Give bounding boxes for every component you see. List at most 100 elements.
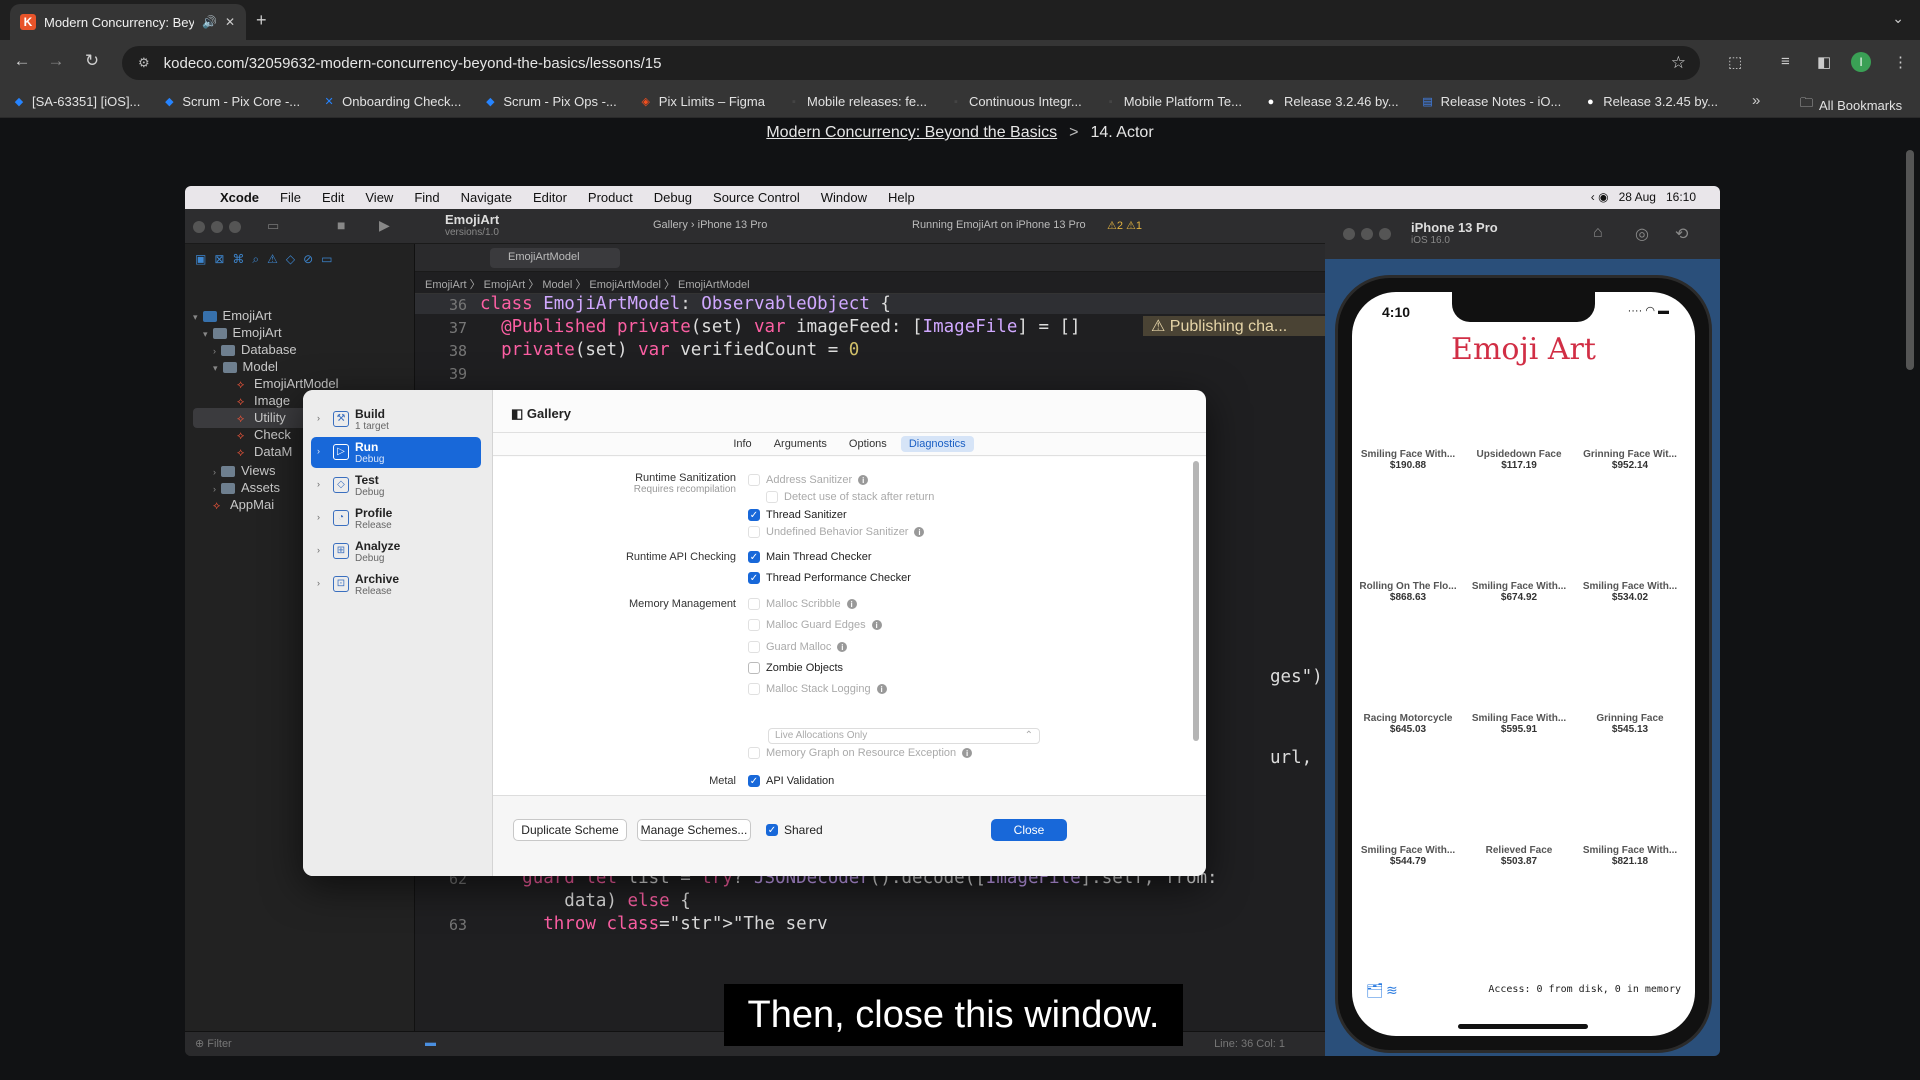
navigator-item[interactable]: ⟡ AppMai [213,497,274,512]
emoji-grid-item[interactable]: Smiling Face With... $544.79 [1353,845,1463,867]
menu-navigate[interactable]: Navigate [461,190,512,205]
menu-window[interactable]: Window [821,190,867,205]
run-icon[interactable]: ▶ [379,217,390,234]
detect-stack-option[interactable]: Detect use of stack after return [766,491,934,503]
navigator-item[interactable]: ▾ EmojiArt [203,325,282,340]
tab-arguments[interactable]: Arguments [766,436,835,452]
new-tab-button[interactable]: + [256,10,267,31]
close-window-light[interactable] [1343,228,1355,240]
disclosure-icon[interactable]: › [213,467,216,477]
navigator-item[interactable]: ⟡ Image [237,393,290,408]
navigator-item[interactable]: ▾ Model [213,359,278,374]
scheme-action-build[interactable]: › ⚒ Build 1 target [311,404,481,435]
media-controls-icon[interactable]: ≡ [1781,53,1790,70]
course-link[interactable]: Modern Concurrency: Beyond the Basics [766,124,1057,141]
thread-performance-checker-option[interactable]: ✓ Thread Performance Checker [748,572,911,584]
issue-counts[interactable]: ⚠2 ⚠1 [1107,219,1142,232]
address-bar[interactable]: ⚙ kodeco.com/32059632-modern-concurrency… [122,46,1700,80]
bookmark-item[interactable]: ▪ Mobile Platform Te... [1104,94,1242,109]
bookmark-item[interactable]: ▪ Continuous Integr... [949,94,1082,109]
speaker-icon[interactable]: 🔊 [202,15,217,29]
bookmark-item[interactable]: ✕ Onboarding Check... [322,94,462,109]
allocations-popup[interactable]: Live Allocations Only ⌃ [768,728,1040,744]
navigator-item[interactable]: › Views [213,463,275,478]
close-window-light[interactable] [193,221,205,233]
bookmark-item[interactable]: ◆ Scrum - Pix Core -... [162,94,300,109]
menu-source-control[interactable]: Source Control [713,190,800,205]
disclosure-icon[interactable]: › [213,484,216,494]
checkbox[interactable] [748,474,760,486]
scheme-selector[interactable]: Gallery › iPhone 13 Pro [653,219,767,231]
emoji-grid-item[interactable]: Smiling Face With... $674.92 [1464,581,1574,603]
disclosure-icon[interactable]: ▾ [203,329,208,339]
navigator-item[interactable]: ⟡ EmojiArtModel [237,376,339,391]
bookmark-star-icon[interactable]: ☆ [1671,53,1686,73]
page-scrollbar[interactable] [1906,150,1914,370]
api-validation-option[interactable]: ✓ API Validation [748,775,834,787]
editor-file-tab[interactable]: EmojiArtModel [490,248,620,268]
checkbox-checked[interactable]: ✓ [748,509,760,521]
video-player[interactable]: Xcode File Edit View Find Navigate Editor Produ… [185,186,1720,1056]
malloc-stack-logging-option[interactable]: Malloc Stack Logging i [748,683,887,695]
emoji-grid-item[interactable]: Smiling Face With... $534.02 [1575,581,1685,603]
disclosure-icon[interactable]: ▾ [193,312,198,322]
tab-info[interactable]: Info [725,436,759,452]
checkbox-checked[interactable]: ✓ [748,551,760,563]
stop-icon[interactable]: ■ [337,217,345,233]
tab-options[interactable]: Options [841,436,895,452]
navigator-item[interactable]: ▾ EmojiArt [193,308,272,323]
disclosure-icon[interactable]: › [317,479,320,489]
disclosure-icon[interactable]: › [317,578,320,588]
menu-edit[interactable]: Edit [322,190,344,205]
extensions-icon[interactable]: ⬚ [1728,53,1742,71]
disclosure-icon[interactable]: › [317,512,320,522]
back-button[interactable]: ← [10,51,34,71]
address-sanitizer-option[interactable]: Address Sanitizer i [748,474,869,486]
disclosure-icon[interactable]: › [213,346,216,356]
side-panel-icon[interactable]: ◧ [1817,53,1831,71]
navigator-tabs-icon[interactable]: ▣⊠⌘⌕⚠◇⊘▭ [195,252,341,267]
emoji-grid-item[interactable]: Grinning Face $545.13 [1575,713,1685,735]
info-icon[interactable]: i [876,684,887,694]
checkbox[interactable] [766,491,778,503]
info-icon[interactable]: i [914,527,925,537]
navigator-item[interactable]: ⟡ Check [237,427,291,442]
emoji-grid-item[interactable]: Racing Motorcycle $645.03 [1353,713,1463,735]
minimize-window-light[interactable] [211,221,223,233]
memory-graph-option[interactable]: Memory Graph on Resource Exception i [748,747,973,759]
jump-bar[interactable]: EmojiArt 〉 EmojiArt 〉 Model 〉 EmojiArtMo… [415,272,1325,294]
bookmark-item[interactable]: ◆ [SA-63351] [iOS]... [12,94,141,109]
debug-toggle-icon[interactable]: ▬ [425,1037,436,1049]
malloc-guard-edges-option[interactable]: Malloc Guard Edges i [748,619,882,631]
bookmark-item[interactable]: ◆ Scrum - Pix Ops -... [483,94,617,109]
bookmark-item[interactable]: ◈ Pix Limits – Figma [639,94,765,109]
navigator-item[interactable]: › Database [213,342,297,357]
zombie-objects-option[interactable]: Zombie Objects [748,662,843,674]
scheme-action-archive[interactable]: › ⊡ Archive Release [311,569,481,600]
navigator-item[interactable]: › Assets [213,480,280,495]
scheme-action-run[interactable]: › ▷ Run Debug [311,437,481,468]
emoji-grid-item[interactable]: Smiling Face With... $190.88 [1353,449,1463,471]
zoom-window-light[interactable] [229,221,241,233]
close-button[interactable]: Close [991,819,1067,841]
menu-debug[interactable]: Debug [654,190,692,205]
ub-sanitizer-option[interactable]: Undefined Behavior Sanitizer i [748,526,925,538]
checkbox-checked[interactable]: ✓ [748,775,760,787]
navigator-toggle-icon[interactable]: ▭ [267,218,279,234]
scheme-action-test[interactable]: › ◇ Test Debug [311,470,481,501]
menu-help[interactable]: Help [888,190,915,205]
tab-diagnostics[interactable]: Diagnostics [900,436,974,452]
manage-schemes-button[interactable]: Manage Schemes... [637,819,751,841]
checkbox[interactable] [748,526,760,538]
emoji-grid-item[interactable]: Relieved Face $503.87 [1464,845,1574,867]
reload-button[interactable]: ↻ [80,51,104,71]
disclosure-icon[interactable]: › [317,413,320,423]
info-icon[interactable]: i [962,748,973,758]
checkbox[interactable] [748,641,760,653]
screenshot-icon[interactable]: ◎ [1635,224,1649,244]
menu-editor[interactable]: Editor [533,190,567,205]
checkbox[interactable] [748,747,760,759]
menu-view[interactable]: View [365,190,393,205]
navigator-filter[interactable]: ⊕ Filter [185,1031,415,1056]
zoom-window-light[interactable] [1379,228,1391,240]
